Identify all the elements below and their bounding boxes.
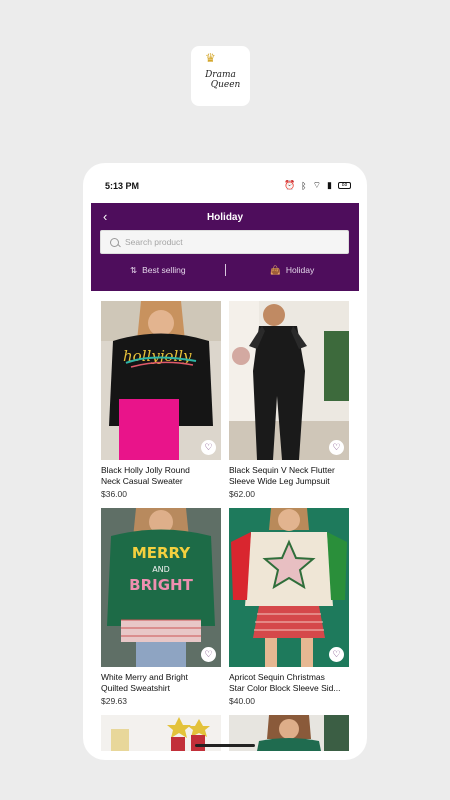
product-name: Sleeve Wide Leg Jumpsuit [229,476,330,486]
product-name: Quilted Sweatshirt [101,683,170,693]
wifi-icon: ⌔ [312,180,324,190]
product-price: $36.00 [101,489,127,499]
bluetooth-icon: ᛒ [301,180,309,191]
product-price: $29.63 [101,696,127,706]
sweater-print-line2: AND [152,565,170,574]
sort-arrows-icon: ⇅ [129,264,138,275]
filter-row: ⇅ Best selling 👜 Holiday [91,262,359,278]
product-name: Apricot Sequin Christmas [229,672,325,682]
sweater-print-line1: MERRY [132,544,191,562]
product-card[interactable]: ♡ Apricot Sequin Christmas Star Color Bl… [229,508,349,706]
phone-frame: 5:13 PM ⏰ ᛒ ⌔ ▮ 88 ‹ Holiday ⇅ Best sell… [83,163,367,760]
category-header: ‹ Holiday ⇅ Best selling 👜 Holiday [91,203,359,291]
product-price: $40.00 [229,696,255,706]
status-bar: 5:13 PM ⏰ ᛒ ⌔ ▮ 88 [83,163,367,203]
search-input[interactable] [125,237,325,247]
status-icons: ⏰ ᛒ ⌔ ▮ 88 [284,180,351,191]
product-image[interactable]: MERRY AND BRIGHT ♡ [101,508,221,667]
home-indicator [195,744,255,747]
product-image[interactable]: ♡ [229,508,349,667]
wishlist-heart-icon[interactable]: ♡ [329,647,344,662]
category-filter-button[interactable]: 👜 Holiday [226,265,360,276]
search-bar[interactable] [100,230,349,254]
page-title: Holiday [206,212,244,223]
product-image[interactable]: ♡ [229,301,349,460]
sort-button[interactable]: ⇅ Best selling [91,265,225,276]
wishlist-heart-icon[interactable]: ♡ [329,440,344,455]
product-card[interactable]: hollyjolly ♡ Black Holly Jolly Round Nec… [101,301,221,499]
product-image[interactable]: hollyjolly ♡ [101,301,221,460]
product-price: $62.00 [229,489,255,499]
product-name: Black Holly Jolly Round [101,465,190,475]
product-name: Neck Casual Sweater [101,476,183,486]
battery-icon: 88 [338,182,351,189]
product-card[interactable]: ♡ Black Sequin V Neck Flutter Sleeve Wid… [229,301,349,499]
crown-icon: ♛ [205,51,216,65]
wishlist-heart-icon[interactable]: ♡ [201,440,216,455]
wishlist-heart-icon[interactable]: ♡ [201,647,216,662]
sweater-print-line3: BRIGHT [129,576,193,594]
signal-icon: ▮ [327,180,334,190]
product-name: Star Color Block Sleeve Sid... [229,683,341,693]
product-name: White Merry and Bright [101,672,188,682]
sort-label: Best selling [142,265,186,275]
category-filter-label: Holiday [285,265,315,275]
product-name: Black Sequin V Neck Flutter [229,465,335,475]
product-card[interactable]: MERRY AND BRIGHT ♡ White Merry and Brigh… [101,508,221,706]
shopping-bag-icon: 👜 [270,264,281,275]
app-logo: ♛ Drama Queen [191,46,250,106]
status-time: 5:13 PM [105,181,140,191]
alarm-icon: ⏰ [283,180,298,190]
logo-mark: Drama Queen [205,70,241,90]
search-icon [110,237,119,247]
